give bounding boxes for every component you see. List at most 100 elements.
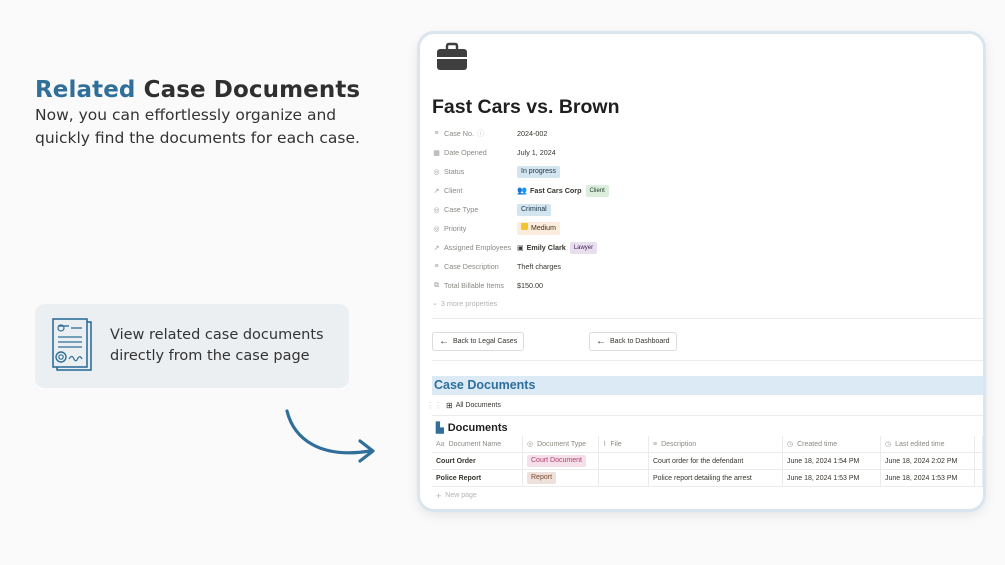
prop-date-opened[interactable]: ▦ Date Opened July 1, 2024 (432, 143, 972, 162)
prop-case-type[interactable]: ◎ Case Type Criminal (432, 200, 972, 219)
new-page-button[interactable]: + New page (432, 487, 983, 504)
client-link[interactable]: Fast Cars Corp (530, 186, 582, 195)
header-label: Last edited time (895, 440, 945, 448)
header-file[interactable]: ⌇ File (599, 436, 649, 452)
prop-label: Assigned Employees (444, 243, 512, 252)
feature-text: View related case documents directly fro… (110, 327, 324, 364)
people-icon: 👥 (517, 186, 527, 195)
plus-icon: + (436, 490, 442, 501)
header-spacer (975, 436, 983, 452)
row-spacer (975, 453, 983, 469)
promo-title: Related Case Documents (35, 76, 375, 104)
cell-description[interactable]: Police report detailing the arrest (649, 470, 783, 486)
client-tag: Client (585, 184, 609, 197)
prop-client[interactable]: ↗ Client 👥 Fast Cars Corp Client (432, 181, 972, 200)
promo-title-rest: Case Documents (143, 77, 361, 103)
view-tab-all-documents[interactable]: ⋮⋮ ⊞ All Documents (426, 401, 501, 410)
relation-arrow-icon: ↗ (433, 244, 440, 252)
prop-label: Case Type (444, 205, 479, 214)
prop-total-billable[interactable]: ⧉ Total Billable Items $150.00 (432, 276, 972, 295)
new-page-label: New page (445, 492, 477, 499)
cell-document-type[interactable]: Report (523, 470, 599, 486)
divider (432, 415, 983, 416)
section-heading: Case Documents (432, 376, 983, 395)
cell-created-time: June 18, 2024 1:54 PM (783, 453, 881, 469)
arrow-left-icon: ← (439, 336, 449, 347)
curved-arrow-icon (285, 409, 375, 463)
prop-label: Client (444, 186, 463, 195)
header-label: File (610, 440, 622, 448)
more-properties-toggle[interactable]: ⌄ 3 more properties (432, 295, 972, 311)
database-title-label: Documents (447, 422, 508, 434)
header-created-time[interactable]: ◷ Created time (783, 436, 881, 452)
text-lines-icon: ≡ (653, 440, 658, 448)
prop-value: 2024-002 (517, 129, 548, 138)
header-document-name[interactable]: Aa Document Name (432, 436, 523, 452)
divider (432, 318, 983, 319)
table-row[interactable]: Court Order Court Document Court order f… (432, 453, 983, 470)
calendar-icon: ▦ (433, 149, 440, 157)
legal-document-icon (52, 318, 92, 371)
select-icon: ◎ (433, 225, 440, 233)
cell-document-type[interactable]: Court Document (523, 453, 599, 469)
prop-label: Case No. (444, 129, 474, 138)
employee-link[interactable]: Emily Clark (527, 243, 566, 252)
id-card-icon: ▣ (517, 244, 524, 252)
back-to-legal-cases-button[interactable]: ← Back to Legal Cases (432, 332, 525, 351)
yellow-square-icon (521, 223, 528, 230)
prop-case-no[interactable]: ≡ Case No. ⓘ 2024-002 (432, 124, 972, 143)
prop-status[interactable]: ◎ Status In progress (432, 162, 972, 181)
divider (432, 360, 983, 361)
header-description[interactable]: ≡ Description (649, 436, 783, 452)
rollup-icon: ⧉ (434, 281, 439, 289)
doc-type-badge: Report (527, 472, 557, 484)
header-label: Document Name (448, 440, 502, 448)
documents-icon: ▙ (436, 422, 444, 434)
header-document-type[interactable]: ◎ Document Type (523, 436, 599, 452)
table-view-icon: ⊞ (446, 401, 453, 410)
back-to-dashboard-button[interactable]: ← Back to Dashboard (589, 332, 677, 351)
table-row[interactable]: Police Report Report Police report detai… (432, 470, 983, 487)
cell-file[interactable] (599, 453, 649, 469)
role-tag: Lawyer (569, 241, 598, 254)
cell-description[interactable]: Court order for the defendant (649, 453, 783, 469)
prop-case-description[interactable]: ≡ Case Description Theft charges (432, 257, 972, 276)
drag-handle-icon[interactable]: ⋮⋮ (426, 401, 442, 410)
prop-assigned-employees[interactable]: ↗ Assigned Employees ▣ Emily Clark Lawyer (432, 238, 972, 257)
cell-file[interactable] (599, 470, 649, 486)
doc-type-badge: Court Document (527, 455, 586, 467)
header-label: Document Type (537, 440, 587, 448)
promo-headline: Related Case Documents Now, you can effo… (35, 76, 375, 150)
documents-table: Aa Document Name ◎ Document Type ⌇ File ≡ De… (432, 436, 983, 504)
cell-last-edited-time: June 18, 2024 1:53 PM (881, 470, 975, 486)
prop-label: Priority (444, 224, 467, 233)
prop-value: $150.00 (517, 281, 543, 290)
text-lines-icon: ≡ (434, 130, 439, 137)
status-badge: In progress (517, 165, 561, 178)
page-title[interactable]: Fast Cars vs. Brown (432, 96, 619, 119)
info-icon: ⓘ (476, 128, 485, 138)
cell-last-edited-time: June 18, 2024 2:02 PM (881, 453, 975, 469)
table-header-row: Aa Document Name ◎ Document Type ⌇ File ≡ De… (432, 436, 983, 453)
briefcase-icon[interactable] (436, 42, 468, 72)
priority-badge: Medium (517, 222, 560, 235)
header-last-edited-time[interactable]: ◷ Last edited time (881, 436, 975, 452)
clock-icon: ◷ (787, 441, 794, 448)
cell-document-name[interactable]: Police Report (432, 470, 523, 486)
notion-page-window: Fast Cars vs. Brown ≡ Case No. ⓘ 2024-002 … (420, 34, 983, 509)
properties-list: ≡ Case No. ⓘ 2024-002 ▦ Date Opened July 1,… (432, 124, 972, 311)
arrow-left-icon: ← (596, 336, 606, 347)
prop-value: July 1, 2024 (517, 148, 556, 157)
chevron-down-icon: ⌄ (432, 300, 438, 307)
cell-document-name[interactable]: Court Order (432, 453, 523, 469)
status-icon: ◎ (433, 168, 440, 176)
promo-title-accent: Related (35, 77, 136, 103)
prop-priority[interactable]: ◎ Priority Medium (432, 219, 972, 238)
row-spacer (975, 470, 983, 486)
clock-icon: ◷ (885, 441, 892, 448)
priority-label: Medium (531, 225, 556, 232)
button-label: Back to Legal Cases (453, 338, 518, 345)
database-title[interactable]: ▙ Documents (436, 422, 508, 434)
view-tab-label: All Documents (455, 402, 501, 409)
select-icon: ◎ (527, 441, 534, 448)
